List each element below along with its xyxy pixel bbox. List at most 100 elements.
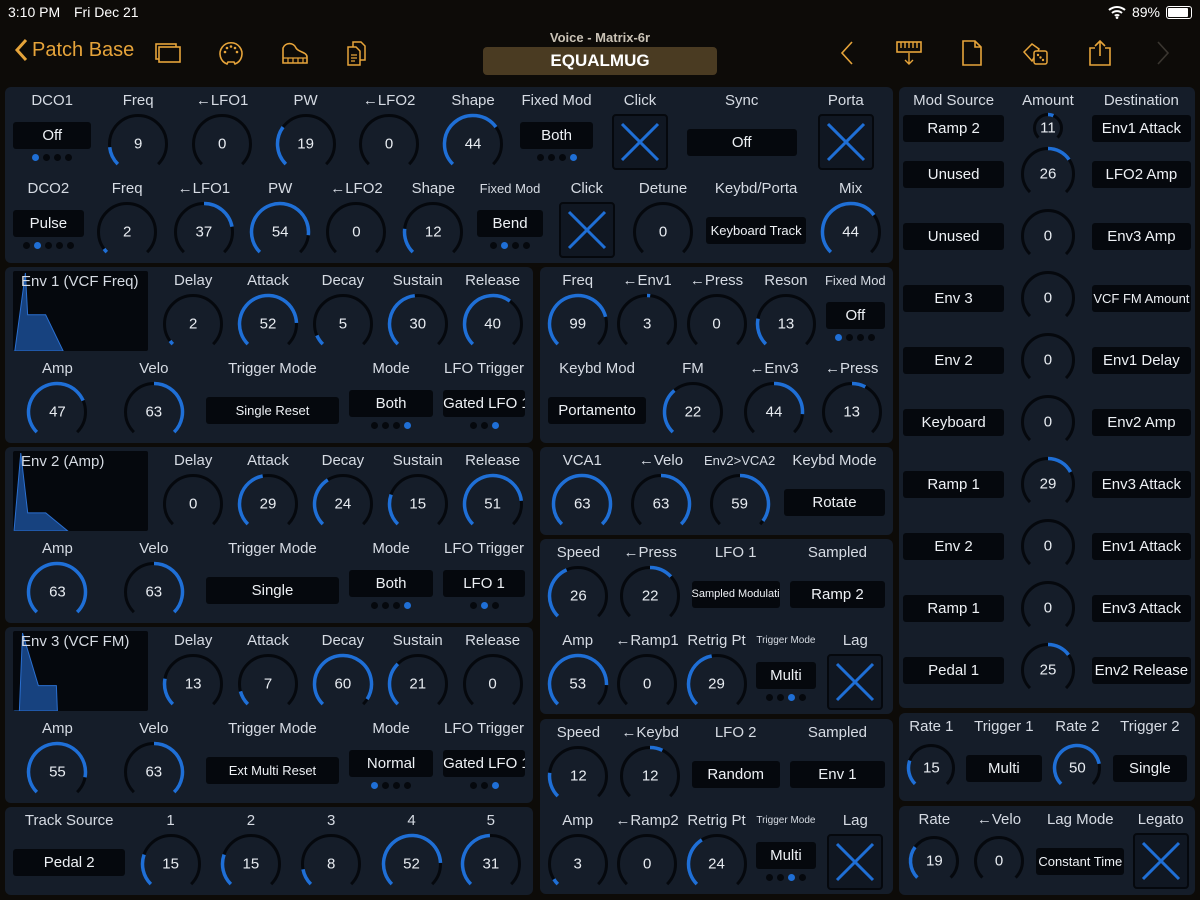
mod-source-select[interactable]: Pedal 1 xyxy=(903,656,1005,684)
knob[interactable]: 29 xyxy=(686,653,748,715)
checkbox[interactable] xyxy=(827,654,884,710)
mod-amount-knob[interactable]: 0 xyxy=(1020,580,1076,636)
mod-destination-select[interactable]: Env2 Release xyxy=(1091,656,1191,684)
windows-icon[interactable] xyxy=(153,38,183,68)
knob[interactable]: 0 xyxy=(616,653,678,715)
page-dot[interactable] xyxy=(846,334,854,341)
knob[interactable]: 21 xyxy=(387,653,449,715)
page-dot[interactable] xyxy=(469,782,477,789)
knob[interactable]: 63 xyxy=(551,473,613,535)
page-dot[interactable] xyxy=(480,602,488,609)
knob[interactable]: 15 xyxy=(906,743,956,793)
chevron-left-icon[interactable] xyxy=(832,38,862,68)
back-button[interactable]: Patch Base xyxy=(14,38,134,62)
knob[interactable]: 40 xyxy=(462,293,524,355)
page-dot[interactable] xyxy=(382,422,390,429)
page-dot[interactable] xyxy=(371,422,379,429)
page-dot[interactable] xyxy=(787,694,795,701)
page-dot[interactable] xyxy=(491,422,499,429)
mod-source-select[interactable]: Env 3 xyxy=(903,284,1005,312)
page-dot[interactable] xyxy=(404,422,412,429)
page-dot[interactable] xyxy=(501,242,509,249)
select-button[interactable]: Normal xyxy=(349,750,434,777)
knob[interactable]: 99 xyxy=(547,293,609,355)
knob[interactable]: 15 xyxy=(387,473,449,535)
checkbox[interactable] xyxy=(612,114,669,170)
select-button[interactable]: Off xyxy=(13,122,92,149)
page-dot[interactable] xyxy=(536,154,544,161)
page-dot[interactable] xyxy=(547,154,555,161)
mod-destination-select[interactable]: Env3 Amp xyxy=(1091,222,1191,250)
knob[interactable]: 31 xyxy=(460,833,522,895)
knob[interactable]: 12 xyxy=(619,745,681,807)
select-button[interactable]: Single Reset xyxy=(205,396,340,424)
knob[interactable]: 63 xyxy=(26,561,88,623)
page-dot[interactable] xyxy=(765,874,773,881)
knob[interactable]: 44 xyxy=(442,113,504,175)
documents-icon[interactable] xyxy=(343,38,373,68)
mod-source-select[interactable]: Unused xyxy=(903,222,1005,250)
page-dot[interactable] xyxy=(382,782,390,789)
knob[interactable]: 24 xyxy=(686,833,748,895)
select-button[interactable]: Pedal 2 xyxy=(13,848,126,876)
knob[interactable]: 0 xyxy=(686,293,748,355)
select-button[interactable]: Off xyxy=(686,128,797,156)
page-dot[interactable] xyxy=(393,782,401,789)
knob[interactable]: 2 xyxy=(162,293,224,355)
knob[interactable]: 26 xyxy=(547,565,609,627)
page-dot[interactable] xyxy=(558,154,566,161)
select-button[interactable]: Rotate xyxy=(783,488,885,516)
checkbox[interactable] xyxy=(558,202,615,258)
knob[interactable]: 0 xyxy=(973,835,1025,887)
page-dot[interactable] xyxy=(835,334,843,341)
select-button[interactable]: Keyboard Track xyxy=(706,216,807,244)
knob[interactable]: 63 xyxy=(123,381,185,443)
mod-destination-select[interactable]: VCF FM Amount xyxy=(1091,284,1191,312)
select-button[interactable]: Pulse xyxy=(13,210,84,237)
page-dot[interactable] xyxy=(393,422,401,429)
mod-amount-knob[interactable]: 0 xyxy=(1020,394,1076,450)
select-button[interactable]: Random xyxy=(691,760,780,788)
mod-destination-select[interactable]: Env1 Delay xyxy=(1091,346,1191,374)
select-button[interactable]: Both xyxy=(349,390,434,417)
knob[interactable]: 55 xyxy=(26,741,88,803)
chevron-right-icon[interactable] xyxy=(1148,38,1178,68)
page-dot[interactable] xyxy=(33,242,41,249)
mod-destination-select[interactable]: Env1 Attack xyxy=(1091,114,1191,142)
page-dot[interactable] xyxy=(523,242,531,249)
knob[interactable]: 44 xyxy=(820,201,882,263)
mod-amount-knob[interactable]: 0 xyxy=(1020,208,1076,264)
knob[interactable]: 22 xyxy=(619,565,681,627)
page-dot[interactable] xyxy=(382,602,390,609)
mod-source-select[interactable]: Env 2 xyxy=(903,346,1005,374)
knob[interactable]: 63 xyxy=(630,473,692,535)
select-button[interactable]: Bend xyxy=(476,210,544,237)
select-button[interactable]: Constant Time xyxy=(1036,847,1125,875)
page-dot[interactable] xyxy=(404,782,412,789)
knob[interactable]: 30 xyxy=(387,293,449,355)
knob[interactable]: 29 xyxy=(237,473,299,535)
mod-amount-knob[interactable]: 0 xyxy=(1020,270,1076,326)
knob[interactable]: 63 xyxy=(123,741,185,803)
knob[interactable]: 3 xyxy=(547,833,609,895)
page-dot[interactable] xyxy=(798,694,806,701)
knob[interactable]: 13 xyxy=(755,293,817,355)
select-button[interactable]: Gated LFO 1 xyxy=(443,750,525,777)
knob[interactable]: 47 xyxy=(26,381,88,443)
page-dot[interactable] xyxy=(857,334,865,341)
mod-source-select[interactable]: Ramp 1 xyxy=(903,470,1005,498)
mod-amount-knob[interactable]: 11 xyxy=(1032,112,1064,144)
knob[interactable]: 53 xyxy=(547,653,609,715)
select-button[interactable]: Both xyxy=(519,122,594,149)
knob[interactable]: 59 xyxy=(709,473,771,535)
select-button[interactable]: Multi xyxy=(965,754,1042,782)
select-button[interactable]: Ext Multi Reset xyxy=(205,756,340,784)
mod-source-select[interactable]: Unused xyxy=(903,160,1005,188)
knob[interactable]: 22 xyxy=(662,381,724,443)
knob[interactable]: 8 xyxy=(300,833,362,895)
midi-port-icon[interactable] xyxy=(216,38,246,68)
knob[interactable]: 0 xyxy=(325,201,387,263)
knob[interactable]: 0 xyxy=(632,201,694,263)
knob[interactable]: 3 xyxy=(616,293,678,355)
checkbox[interactable] xyxy=(817,114,874,170)
